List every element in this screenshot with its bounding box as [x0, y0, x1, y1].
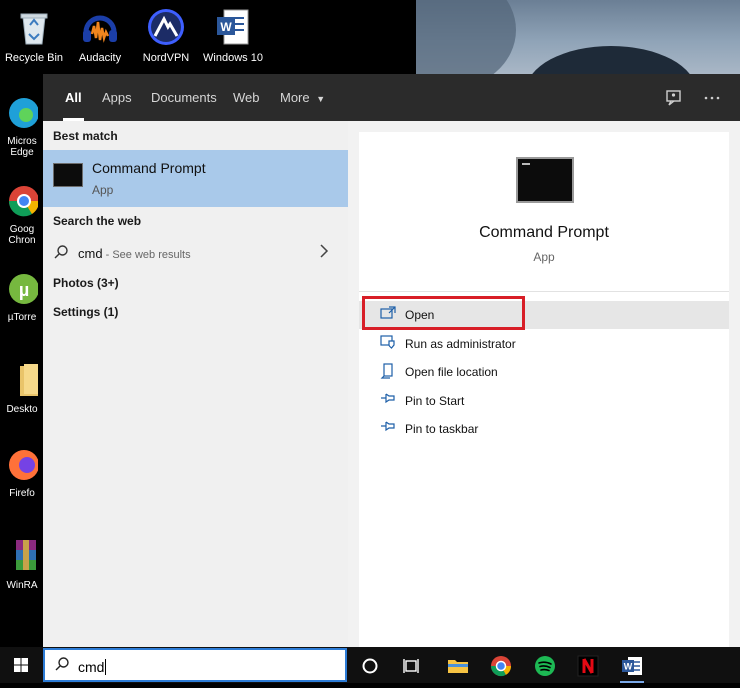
file-explorer-icon[interactable] — [438, 647, 478, 683]
desktop-icon-windows-10-doc[interactable]: W Windows 10 — [202, 8, 264, 64]
desktop-wallpaper — [416, 0, 740, 74]
nordvpn-icon — [136, 8, 196, 49]
desktop-icon-label: Firefo — [9, 488, 35, 499]
tab-apps[interactable]: Apps — [102, 74, 132, 121]
audacity-icon — [70, 8, 130, 49]
search-input-value: cmd — [78, 659, 107, 675]
desktop-icon-nordvpn[interactable]: NordVPN — [136, 8, 196, 64]
firefox-icon — [0, 448, 44, 485]
more-options-icon[interactable] — [703, 74, 721, 121]
desktop-icon-label: Windows 10 — [203, 52, 263, 64]
command-prompt-large-icon — [516, 157, 574, 203]
desktop-icon-folder[interactable]: Deskto — [0, 362, 44, 415]
folder-icon — [0, 362, 44, 401]
svg-text:W: W — [220, 20, 232, 34]
best-match-result[interactable]: Command Prompt App — [43, 150, 348, 207]
spotify-icon[interactable] — [525, 647, 565, 683]
desktop-icon-audacity[interactable]: Audacity — [70, 8, 130, 64]
highlight-box — [362, 296, 525, 330]
action-label: Pin to Start — [405, 394, 465, 408]
desktop-icon-label: NordVPN — [142, 52, 190, 64]
edge-icon — [0, 96, 44, 133]
desktop-icon-recycle-bin[interactable]: Recycle Bin — [4, 8, 64, 64]
cortana-icon[interactable] — [350, 647, 390, 683]
results-list: Best match Command Prompt App Search the… — [43, 121, 348, 647]
pin-icon — [380, 392, 396, 407]
result-title: Command Prompt — [92, 160, 206, 176]
desktop-icon-label: Edge — [10, 147, 34, 158]
open-file-location-action[interactable]: Open file location — [359, 358, 729, 386]
best-match-header: Best match — [53, 129, 118, 143]
tab-all[interactable]: All — [63, 74, 84, 121]
detail-title: Command Prompt — [479, 224, 609, 241]
photos-category[interactable]: Photos (3+) — [53, 276, 119, 290]
start-button[interactable] — [0, 647, 43, 683]
netflix-icon[interactable] — [568, 647, 608, 683]
desktop-icon-label: Micros — [7, 136, 37, 147]
recycle-bin-icon — [4, 8, 64, 49]
action-label: Open file location — [405, 365, 498, 379]
file-location-icon — [380, 363, 396, 382]
action-label: Pin to taskbar — [405, 422, 479, 436]
search-icon — [53, 244, 69, 264]
pin-to-taskbar-action[interactable]: Pin to taskbar — [359, 415, 729, 443]
tab-more-label: More — [280, 90, 310, 105]
search-query-text: cmd — [78, 659, 105, 675]
chevron-right-icon[interactable] — [319, 243, 329, 264]
desktop-icon-label: Recycle Bin — [4, 52, 64, 64]
word-icon[interactable]: W — [612, 647, 652, 683]
desktop-icon-label: Chron — [8, 235, 36, 246]
desktop-icon-label: µTorre — [7, 312, 37, 323]
chrome-icon[interactable] — [481, 647, 521, 683]
wallpaper-cloud — [416, 0, 516, 74]
search-filter-bar: All Apps Documents Web More ▼ — [43, 74, 740, 121]
svg-text:µ: µ — [19, 280, 29, 300]
chevron-down-icon: ▼ — [316, 94, 326, 104]
web-query-text: cmd — [78, 246, 103, 261]
search-input[interactable]: cmd — [43, 648, 347, 682]
text-caret — [105, 659, 107, 675]
command-prompt-icon — [53, 163, 83, 187]
desktop-icon-label: Audacity — [78, 52, 122, 64]
wallpaper-hill — [526, 46, 696, 74]
web-query-suffix: - See web results — [102, 249, 191, 261]
action-label: Run as administrator — [405, 337, 516, 351]
desktop-icon-utorrent[interactable]: µ µTorre — [0, 272, 44, 323]
run-as-administrator-action[interactable]: Run as administrator — [359, 330, 729, 358]
tab-documents[interactable]: Documents — [151, 74, 217, 121]
open-action[interactable]: Open — [359, 296, 729, 330]
desktop-icon-label: WinRA — [6, 580, 38, 591]
taskbar: cmd W — [0, 647, 740, 683]
result-type: App — [92, 183, 114, 197]
start-search-panel: All Apps Documents Web More ▼ Best match… — [43, 74, 740, 647]
shield-admin-icon — [380, 335, 396, 352]
desktop-icon-edge[interactable]: Micros Edge — [0, 96, 44, 158]
desktop-icon-label: Deskto — [6, 404, 38, 415]
word-document-icon: W — [202, 8, 264, 49]
task-view-icon[interactable] — [391, 647, 431, 683]
web-header: Search the web — [53, 214, 142, 228]
feedback-icon[interactable] — [665, 74, 683, 121]
web-query: cmd - See web results — [78, 246, 191, 261]
settings-category[interactable]: Settings (1) — [53, 305, 118, 319]
tab-web[interactable]: Web — [233, 74, 260, 121]
desktop-icon-label: Goog — [9, 224, 35, 235]
utorrent-icon: µ — [0, 272, 44, 309]
windows-logo-icon — [14, 658, 28, 672]
detail-type: App — [533, 250, 555, 264]
pin-to-start-action[interactable]: Pin to Start — [359, 387, 729, 415]
divider — [359, 291, 729, 292]
result-detail-pane: Command Prompt App Open Run as administr… — [359, 132, 729, 647]
chrome-icon — [0, 184, 44, 221]
desktop-icon-chrome[interactable]: Goog Chron — [0, 184, 44, 246]
pin-icon — [380, 420, 396, 435]
svg-text:W: W — [624, 662, 633, 672]
winrar-icon — [0, 538, 44, 577]
search-icon — [54, 656, 70, 676]
desktop-icon-firefox[interactable]: Firefo — [0, 448, 44, 499]
tab-more[interactable]: More ▼ — [280, 74, 325, 121]
desktop-icon-winrar[interactable]: WinRA — [0, 538, 44, 591]
web-result[interactable]: cmd - See web results — [43, 238, 348, 268]
